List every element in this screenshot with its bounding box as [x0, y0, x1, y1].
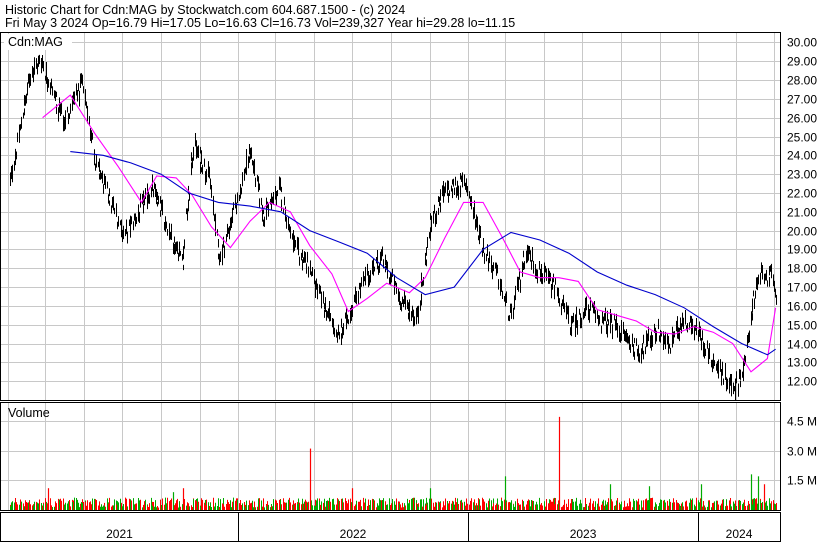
- x-axis-year-label: 2023: [570, 527, 597, 541]
- chart-header-line1: Historic Chart for Cdn:MAG by Stockwatch…: [5, 3, 405, 17]
- volume-axis-tick-label: 1.5 M: [787, 474, 817, 488]
- stock-chart: Historic Chart for Cdn:MAG by Stockwatch…: [0, 0, 830, 543]
- x-axis-year-label: 2024: [726, 527, 753, 541]
- price-axis-tick-label: 27.00: [787, 93, 817, 107]
- price-axis-tick-label: 19.00: [787, 243, 817, 257]
- price-axis-tick-label: 13.00: [787, 356, 817, 370]
- price-axis-tick-label: 30.00: [787, 36, 817, 50]
- price-axis-tick-label: 25.00: [787, 131, 817, 145]
- price-axis-tick-label: 29.00: [787, 55, 817, 69]
- price-axis-tick-label: 24.00: [787, 149, 817, 163]
- chart-header-line2: Fri May 3 2024 Op=16.79 Hi=17.05 Lo=16.6…: [5, 16, 515, 30]
- volume-axis-tick-label: 3.0 M: [787, 445, 817, 459]
- price-axis-tick-label: 21.00: [787, 206, 817, 220]
- x-axis-year-label: 2021: [106, 527, 133, 541]
- price-axis-tick-label: 20.00: [787, 225, 817, 239]
- price-axis-tick-label: 17.00: [787, 281, 817, 295]
- price-axis-tick-label: 26.00: [787, 112, 817, 126]
- price-axis-tick-label: 16.00: [787, 300, 817, 314]
- price-panel: Cdn:MAG 30.00 29.00 28.00 27.00 26.00 25.00 24…: [0, 32, 817, 401]
- x-axis: 2021 2022 2023 2024: [0, 512, 781, 542]
- volume-axis-tick-label: 4.5 M: [787, 415, 817, 429]
- price-axis-tick-label: 23.00: [787, 168, 817, 182]
- volume-panel-label: Volume: [8, 406, 50, 420]
- price-axis-tick-label: 22.00: [787, 187, 817, 201]
- volume-panel: Volume 4.5 M 3.0 M 1.5 M: [0, 402, 817, 511]
- price-panel-label: Cdn:MAG: [8, 35, 63, 49]
- price-axis-tick-label: 15.00: [787, 319, 817, 333]
- price-axis-tick-label: 28.00: [787, 74, 817, 88]
- x-axis-year-label: 2022: [340, 527, 367, 541]
- price-axis-tick-label: 18.00: [787, 262, 817, 276]
- price-axis-tick-label: 12.00: [787, 375, 817, 389]
- price-axis-tick-label: 14.00: [787, 338, 817, 352]
